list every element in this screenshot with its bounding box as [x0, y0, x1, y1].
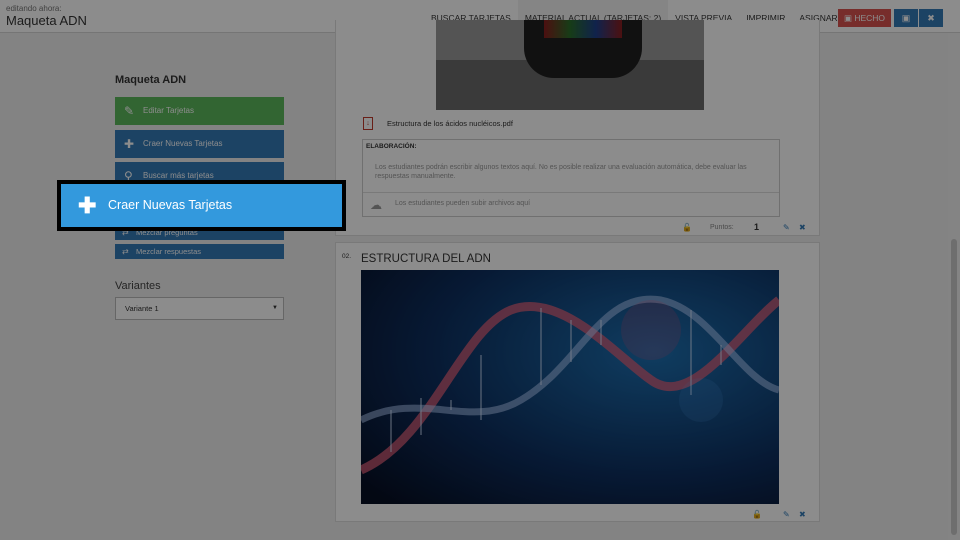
tutorial-overlay [0, 0, 960, 540]
highlighted-button-body[interactable]: ✚ Craer Nuevas Tarjetas [61, 184, 342, 227]
highlighted-create-cards-button[interactable]: ✚ Craer Nuevas Tarjetas [57, 180, 346, 231]
plus-icon: ✚ [78, 193, 97, 218]
highlighted-button-label: Craer Nuevas Tarjetas [108, 198, 233, 212]
